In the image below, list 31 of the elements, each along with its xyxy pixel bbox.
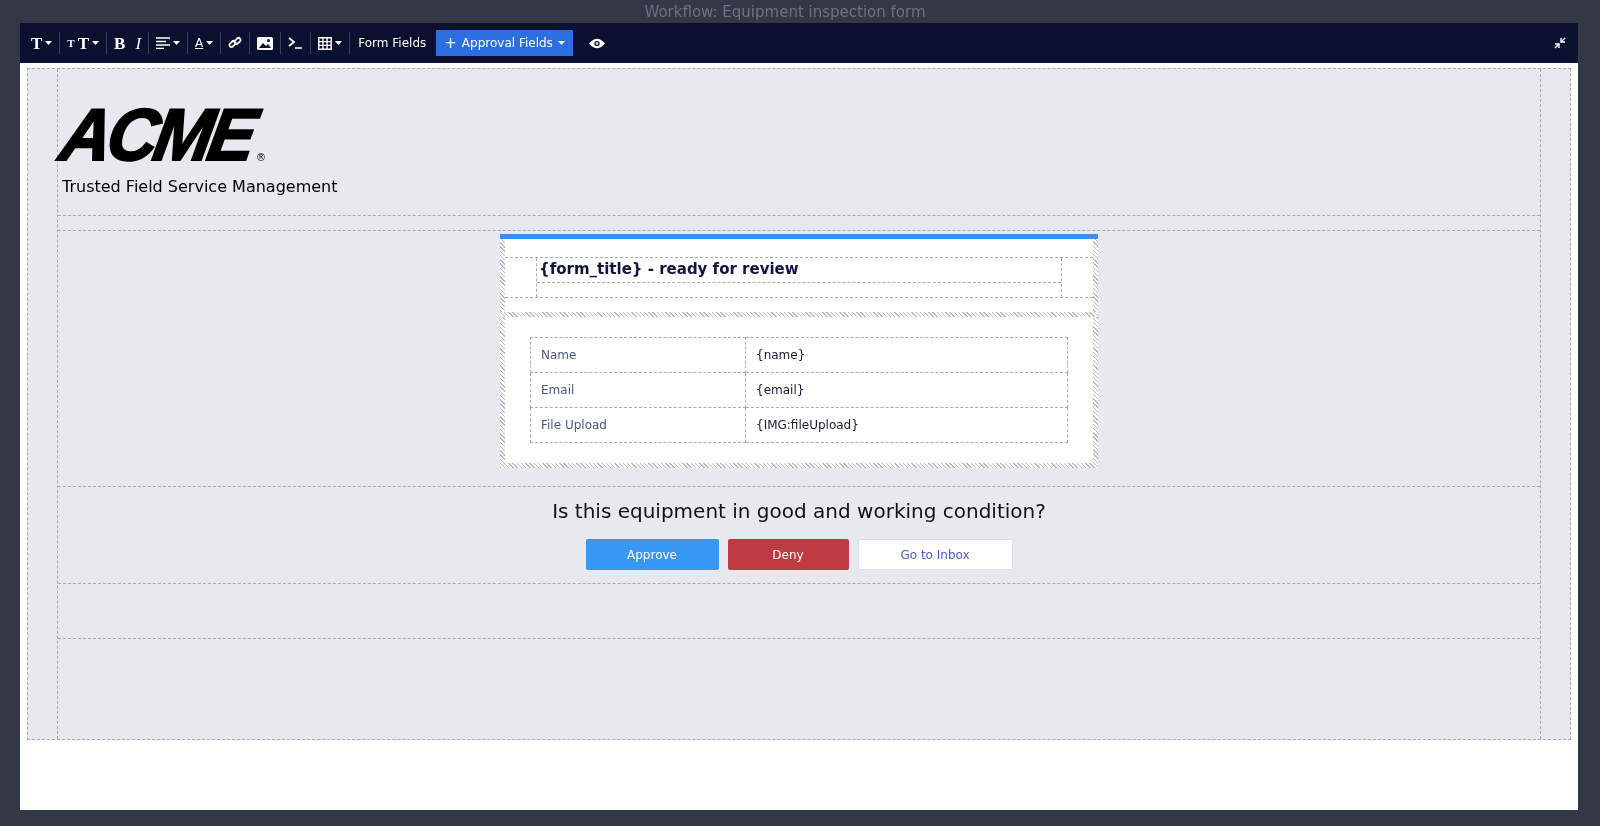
text-style-button[interactable]: T xyxy=(26,28,58,58)
link-icon xyxy=(228,36,243,50)
eye-icon[interactable] xyxy=(588,37,605,49)
align-icon xyxy=(156,37,171,49)
form-fields-button[interactable]: Form Fields xyxy=(352,29,433,57)
table-icon xyxy=(318,36,333,50)
card-title: {form_title} - ready for review xyxy=(537,258,1061,283)
terminal-icon xyxy=(288,37,304,49)
image-icon xyxy=(257,36,274,50)
value-cell: {email} xyxy=(745,372,1068,408)
label-cell: Name xyxy=(530,337,746,373)
collapse-icon[interactable] xyxy=(1554,37,1566,49)
approval-fields-button[interactable]: + Approval Fields xyxy=(436,30,573,56)
label-cell: Email xyxy=(530,372,746,408)
caret-icon xyxy=(557,41,565,45)
text-color-button[interactable]: A xyxy=(190,28,219,58)
caret-icon xyxy=(92,41,100,45)
label-cell: File Upload xyxy=(530,407,746,443)
inbox-button[interactable]: Go to Inbox xyxy=(857,539,1013,570)
tagline: Trusted Field Service Management xyxy=(62,177,339,196)
value-cell: {name} xyxy=(745,337,1068,373)
caret-icon xyxy=(335,41,343,45)
caret-icon xyxy=(206,41,214,45)
bold-button[interactable]: B xyxy=(109,28,131,58)
question-text: Is this equipment in good and working condition? xyxy=(552,499,1046,523)
caret-icon xyxy=(173,41,181,45)
value-cell: {IMG:fileUpload} xyxy=(745,407,1068,443)
caret-icon xyxy=(45,41,53,45)
italic-button[interactable]: I xyxy=(130,28,147,58)
deny-button[interactable]: Deny xyxy=(727,539,849,570)
page-title: Workflow: Equipment inspection form xyxy=(644,2,926,21)
